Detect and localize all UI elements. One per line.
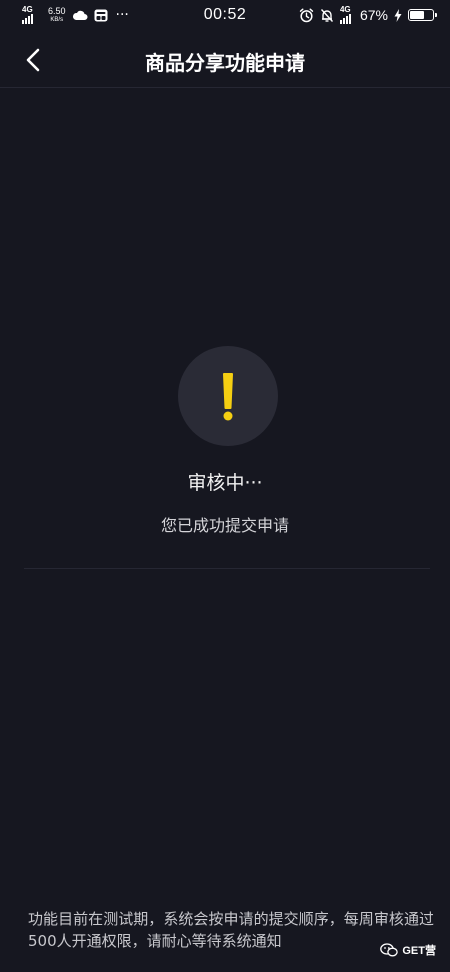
status-right: 4G 67% — [299, 5, 437, 24]
wechat-icon — [380, 943, 399, 957]
network-type-2: 4G — [339, 5, 351, 14]
footer-note: 功能目前在测试期，系统会按申请的提交顺序，每周审核通过500人开通权限，请耐心等… — [28, 910, 434, 950]
review-status-subtitle: 您已成功提交申请 — [160, 516, 289, 535]
watermark: GET营 — [378, 942, 438, 958]
battery-fill — [410, 11, 424, 19]
watermark-text: GET营 — [402, 945, 436, 957]
review-status-title: 审核中··· — [187, 472, 263, 494]
status-bar: 4G 6.50 KB/s ··· 00:52 4G 67% — [0, 0, 450, 32]
battery-icon — [408, 9, 437, 21]
review-status-badge — [178, 346, 278, 446]
cellular-signal-icon-2: 4G — [339, 5, 354, 24]
alarm-clock-icon — [299, 7, 314, 22]
nav-bar: 商品分享功能申请 — [0, 32, 450, 88]
section-divider — [24, 568, 430, 569]
charging-bolt-icon — [394, 8, 402, 22]
exclamation-icon — [223, 373, 233, 421]
page-title: 商品分享功能申请 — [145, 51, 305, 75]
battery-percent: 67% — [359, 7, 388, 23]
bell-muted-icon — [320, 8, 333, 22]
